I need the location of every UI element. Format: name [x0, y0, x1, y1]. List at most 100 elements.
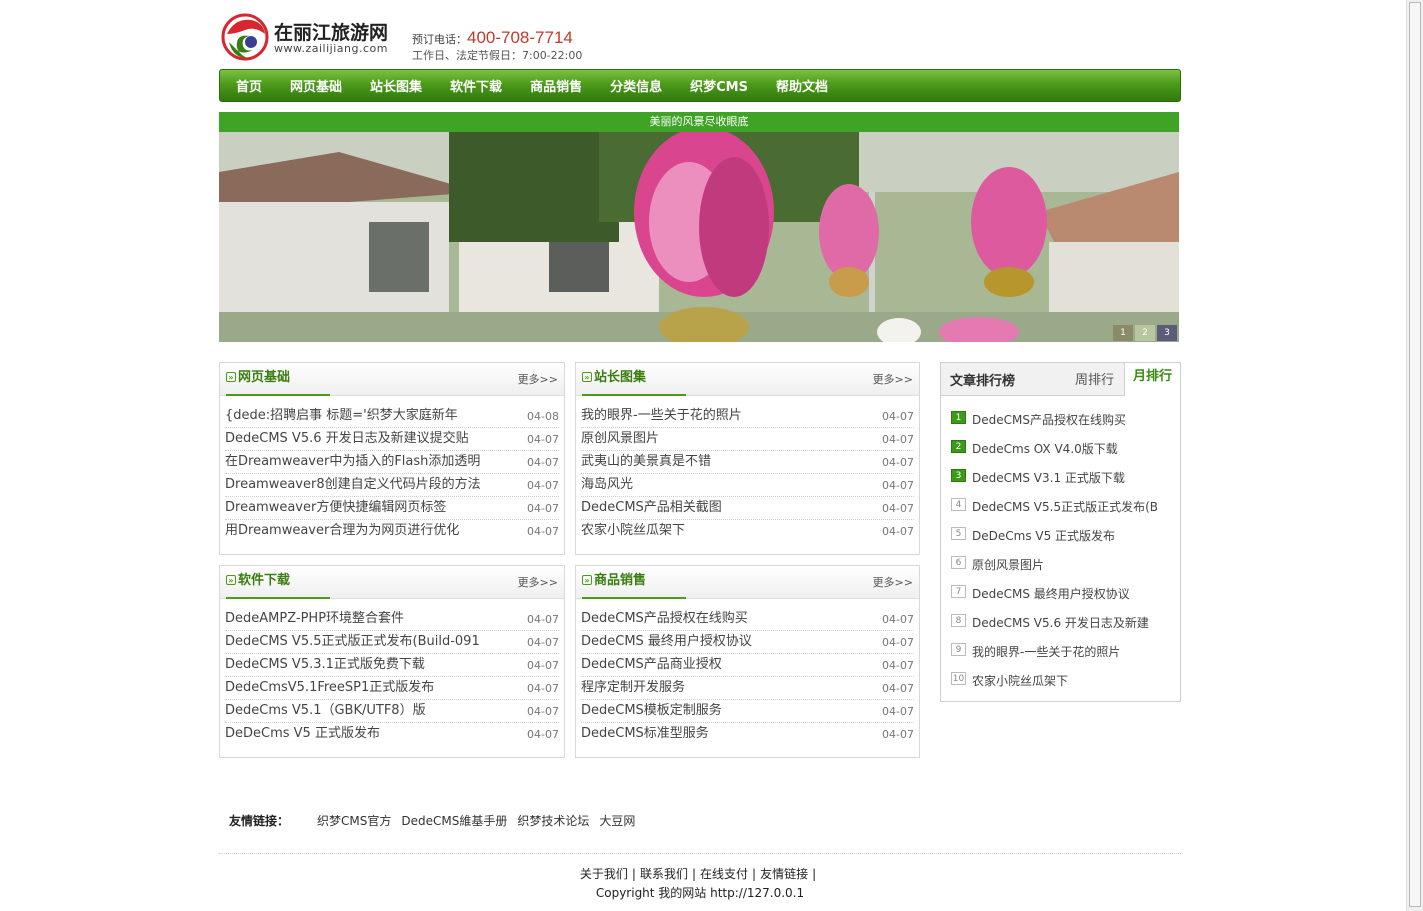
list-item: 用Dreamweaver合理为为网页进行优化 04-07: [225, 520, 559, 543]
article-link[interactable]: 用Dreamweaver合理为为网页进行优化: [225, 520, 505, 542]
article-link[interactable]: DedeCMS标准型服务: [581, 723, 861, 745]
list-item: DedeCMS产品授权在线购买 04-07: [581, 608, 914, 631]
friend-link[interactable]: 织梦CMS官方: [317, 814, 391, 828]
nav-item-sales[interactable]: 商品销售: [530, 76, 582, 95]
banner-dot-3[interactable]: 3: [1157, 325, 1177, 341]
banner-image: [219, 132, 1179, 342]
ranking-link[interactable]: DedeCMS V5.5正式版正式发布(B: [972, 498, 1172, 515]
article-link[interactable]: DedeCms V5.1（GBK/UTF8）版: [225, 700, 505, 722]
nav-item-web-basics[interactable]: 网页基础: [290, 76, 342, 95]
ranking-link[interactable]: 我的眼界-一些关于花的照片: [972, 643, 1172, 660]
ranking-item: 6 原创风景图片: [941, 550, 1180, 579]
article-link[interactable]: Dreamweaver8创建自定义代码片段的方法: [225, 474, 505, 496]
banner-dot-2[interactable]: 2: [1135, 325, 1155, 341]
ranking-title: 文章排行榜: [950, 374, 1016, 389]
nav-item-home[interactable]: 首页: [236, 76, 262, 95]
article-date: 04-07: [527, 636, 559, 649]
article-link[interactable]: DedeCMS产品相关截图: [581, 497, 861, 519]
panel-title[interactable]: » 软件下载: [226, 566, 330, 599]
article-link[interactable]: 农家小院丝瓜架下: [581, 520, 861, 542]
article-link[interactable]: DedeCMS V5.5正式版正式发布(Build-091: [225, 631, 505, 653]
ranking-link[interactable]: DedeCMS 最终用户授权协议: [972, 585, 1172, 602]
ranking-link[interactable]: 农家小院丝瓜架下: [972, 672, 1172, 689]
tab-weekly[interactable]: 周排行: [1075, 369, 1114, 388]
friend-links-label: 友情链接：: [229, 814, 290, 828]
nav-item-downloads[interactable]: 软件下载: [450, 76, 502, 95]
article-date: 04-07: [527, 682, 559, 695]
scrollbar-thumb[interactable]: [1409, 2, 1421, 907]
footer-link-about[interactable]: 关于我们: [580, 867, 628, 881]
article-date: 04-07: [882, 682, 914, 695]
article-date: 04-07: [882, 728, 914, 741]
article-date: 04-07: [882, 636, 914, 649]
more-link[interactable]: 更多>>: [518, 371, 558, 387]
more-link[interactable]: 更多>>: [518, 574, 558, 590]
article-date: 04-07: [527, 613, 559, 626]
article-link[interactable]: DedeCMS V5.6 开发日志及新建议提交贴: [225, 428, 505, 450]
ranking-link[interactable]: DedeCMS V5.6 开发日志及新建: [972, 614, 1172, 631]
article-link[interactable]: DedeAMPZ-PHP环境整合套件: [225, 608, 505, 630]
footer-link-friend-links[interactable]: 友情链接: [760, 867, 808, 881]
rank-number-badge: 9: [951, 643, 966, 656]
ranking-link[interactable]: 原创风景图片: [972, 556, 1172, 573]
article-link[interactable]: {dede:招聘启事 标题='织梦大家庭新年: [225, 405, 505, 427]
panel-title[interactable]: » 站长图集: [582, 363, 686, 396]
list-item: DedeCMS标准型服务 04-07: [581, 723, 914, 746]
banner-caption: 美丽的风景尽收眼底: [219, 112, 1179, 132]
footer-separator: |: [631, 867, 636, 881]
article-link[interactable]: 在Dreamweaver中为插入的Flash添加透明: [225, 451, 505, 473]
more-link[interactable]: 更多>>: [873, 574, 913, 590]
article-link[interactable]: 海岛风光: [581, 474, 861, 496]
article-link[interactable]: 武夷山的美景真是不错: [581, 451, 861, 473]
vertical-scrollbar[interactable]: [1406, 0, 1423, 911]
list-item: DedeAMPZ-PHP环境整合套件 04-07: [225, 608, 559, 631]
ranking-item: 10 农家小院丝瓜架下: [941, 666, 1180, 695]
ranking-link[interactable]: DedeCMS产品授权在线购买: [972, 411, 1172, 428]
article-link[interactable]: 程序定制开发服务: [581, 677, 861, 699]
article-date: 04-07: [527, 479, 559, 492]
site-logo[interactable]: 在丽江旅游网 www.zailijiang.com: [219, 11, 404, 65]
article-link[interactable]: DedeCMS产品授权在线购买: [581, 608, 861, 630]
article-link[interactable]: 我的眼界-一些关于花的照片: [581, 405, 861, 427]
ranking-link[interactable]: DedeCms OX V4.0版下载: [972, 440, 1172, 457]
banner-dot-1[interactable]: 1: [1113, 325, 1133, 341]
article-link[interactable]: Dreamweaver方便快捷编辑网页标签: [225, 497, 505, 519]
footer-link-payment[interactable]: 在线支付: [700, 867, 748, 881]
rank-number-badge: 4: [951, 498, 966, 511]
article-link[interactable]: DedeCMS产品商业授权: [581, 654, 861, 676]
nav-item-classifieds[interactable]: 分类信息: [610, 76, 662, 95]
site-domain: www.zailijiang.com: [274, 42, 388, 55]
footer-link-contact[interactable]: 联系我们: [640, 867, 688, 881]
panel-title[interactable]: » 网页基础: [226, 363, 330, 396]
banner-slideshow[interactable]: 1 2 3: [219, 132, 1179, 342]
ranking-link[interactable]: DeDeCms V5 正式版发布: [972, 527, 1172, 544]
list-item: DedeCms V5.1（GBK/UTF8）版 04-07: [225, 700, 559, 723]
nav-item-gallery[interactable]: 站长图集: [370, 76, 422, 95]
list-item: DedeCmsV5.1FreeSP1正式版发布 04-07: [225, 677, 559, 700]
nav-item-help[interactable]: 帮助文档: [776, 76, 828, 95]
article-link[interactable]: DedeCmsV5.1FreeSP1正式版发布: [225, 677, 505, 699]
article-link[interactable]: DeDeCms V5 正式版发布: [225, 723, 505, 745]
panel-header: » 站长图集 更多>>: [576, 363, 919, 396]
more-link[interactable]: 更多>>: [873, 371, 913, 387]
article-link[interactable]: DedeCMS 最终用户授权协议: [581, 631, 861, 653]
friend-link[interactable]: 织梦技术论坛: [517, 814, 589, 828]
ranking-link[interactable]: DedeCMS V3.1 正式版下载: [972, 469, 1172, 486]
article-link[interactable]: 原创风景图片: [581, 428, 861, 450]
article-date: 04-07: [527, 433, 559, 446]
tab-monthly[interactable]: 月排行: [1124, 363, 1180, 396]
list-item: DedeCMS产品相关截图 04-07: [581, 497, 914, 520]
ranking-item: 5 DeDeCms V5 正式版发布: [941, 521, 1180, 550]
article-link[interactable]: DedeCMS V5.3.1正式版免费下载: [225, 654, 505, 676]
article-link[interactable]: DedeCMS模板定制服务: [581, 700, 861, 722]
arrow-right-icon: »: [226, 575, 236, 585]
footer-divider: [219, 853, 1181, 854]
panel-title[interactable]: » 商品销售: [582, 566, 686, 599]
banner-pager: 1 2 3: [1111, 325, 1177, 341]
friend-link[interactable]: DedeCMS維基手册: [401, 814, 507, 828]
nav-item-dedecms[interactable]: 织梦CMS: [690, 76, 748, 95]
article-date: 04-07: [527, 456, 559, 469]
friend-link[interactable]: 大豆网: [599, 814, 635, 828]
article-list: DedeCMS产品授权在线购买 04-07 DedeCMS 最终用户授权协议 04-…: [576, 599, 919, 746]
panel-header: » 网页基础 更多>>: [220, 363, 564, 396]
